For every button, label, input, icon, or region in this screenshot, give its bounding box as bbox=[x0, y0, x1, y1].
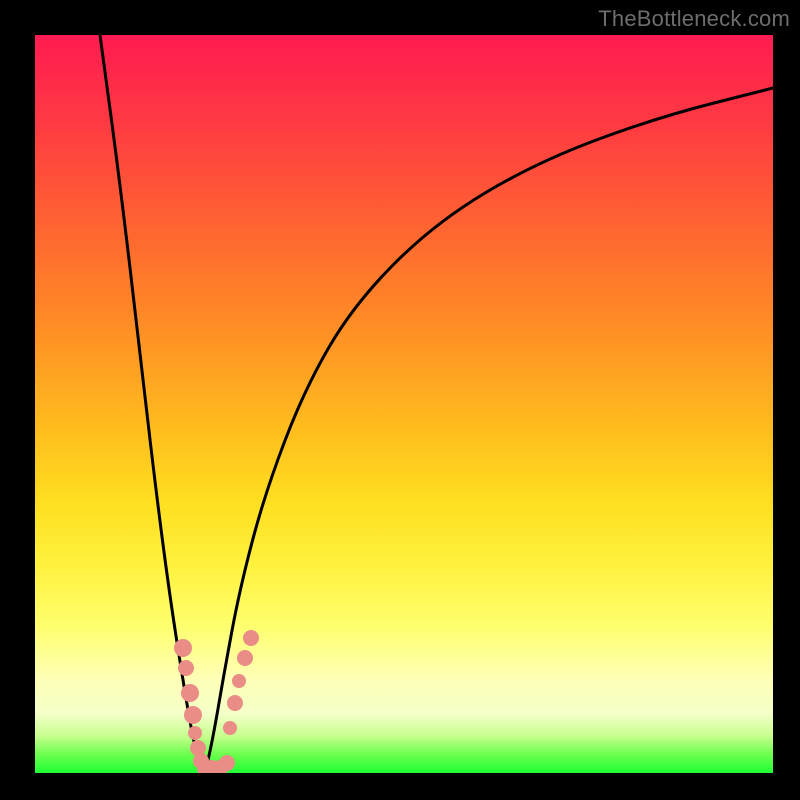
watermark-text: TheBottleneck.com bbox=[598, 6, 790, 32]
data-marker bbox=[178, 660, 194, 676]
data-marker bbox=[232, 674, 246, 688]
data-marker bbox=[227, 695, 243, 711]
plot-area bbox=[35, 35, 773, 773]
data-marker bbox=[181, 684, 199, 702]
data-marker bbox=[174, 639, 192, 657]
data-marker bbox=[219, 755, 235, 771]
curve-lines bbox=[100, 35, 773, 773]
data-marker bbox=[184, 706, 202, 724]
data-marker bbox=[223, 721, 237, 735]
chart-svg bbox=[35, 35, 773, 773]
data-marker bbox=[237, 650, 253, 666]
data-marker bbox=[243, 630, 259, 646]
data-marker bbox=[188, 726, 202, 740]
chart-frame: TheBottleneck.com bbox=[0, 0, 800, 800]
series-right-curve bbox=[205, 88, 773, 773]
